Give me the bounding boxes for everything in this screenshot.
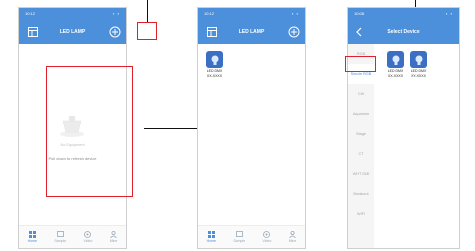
tab-label: Mine [109,239,118,243]
tab-label: Sample [54,239,67,243]
status-time: 10:12 [25,11,36,16]
category-item[interactable]: Breakout [348,184,374,204]
add-device-icon[interactable] [109,26,121,38]
app-header: 10:08 ▪ ▪ Select Device [348,8,459,44]
connector-line [147,0,148,22]
tab-video[interactable]: Video [262,231,272,243]
device-item[interactable]: LED DMX XY-XXXX [410,51,427,78]
lamp-device-icon [387,51,404,68]
category-item[interactable]: WHT DMI [348,164,374,184]
connector-line [415,0,416,7]
status-indicators: ▪ ▪ [113,11,120,16]
tab-mine[interactable]: Mine [288,231,297,243]
tab-label: Home [27,239,37,243]
device-id: XX-XXXX [387,74,404,78]
status-indicators: ▪ ▪ [446,11,453,16]
bottom-tab-bar: Home Sample Video Mine [19,225,126,248]
device-name: LED DMX [206,69,223,73]
status-time: 10:12 [204,11,215,16]
phone-screen-select-device: 10:08 ▪ ▪ Select Device RGB Seccle RGB C… [347,7,460,249]
lamp-device-icon [206,51,223,68]
tab-home[interactable]: Home [207,231,216,243]
phone-screen-home-device: 10:12 ▪ ▪ LED LAMP LED DMX XX-XXXX Home … [197,7,306,249]
device-name: LED DMX [387,69,404,73]
device-item[interactable]: LED DMX XX-XXXX [206,51,223,78]
tab-sample[interactable]: Sample [54,231,66,243]
tab-mine[interactable]: Mine [109,231,118,243]
app-header: 10:12 ▪ ▪ LED LAMP [19,8,126,44]
add-device-icon[interactable] [288,26,300,38]
device-item[interactable]: LED DMX XX-XXXX [387,51,404,78]
tab-label: Video [262,239,272,243]
category-item[interactable]: WIFI [348,204,374,224]
category-item[interactable]: Stage [348,124,374,144]
category-item[interactable]: Aquarium [348,104,374,124]
tab-label: Home [206,239,216,243]
device-name: LED DMX [410,69,427,73]
tab-label: Mine [288,239,297,243]
category-item[interactable]: CT [348,144,374,164]
highlight-category [345,56,376,72]
screen-title: Select Device [387,29,420,35]
tab-video[interactable]: Video [83,231,93,243]
lamp-device-icon [410,51,427,68]
category-list: RGB Seccle RGB CW Aquarium Stage CT WHT … [348,44,374,248]
status-time: 10:08 [354,11,365,16]
tab-sample[interactable]: Sample [233,231,245,243]
device-id: XY-XXXX [411,74,426,78]
category-item[interactable]: CW [348,84,374,104]
status-indicators: ▪ ▪ [292,11,299,16]
highlight-empty-area [46,66,133,197]
tab-home[interactable]: Home [28,231,37,243]
tab-label: Sample [233,239,246,243]
bottom-tab-bar: Home Sample Video Mine [198,225,305,248]
device-id: XX-XXXX [206,74,223,78]
highlight-add-button [137,22,157,40]
tab-label: Video [83,239,93,243]
app-header: 10:12 ▪ ▪ LED LAMP [198,8,305,44]
